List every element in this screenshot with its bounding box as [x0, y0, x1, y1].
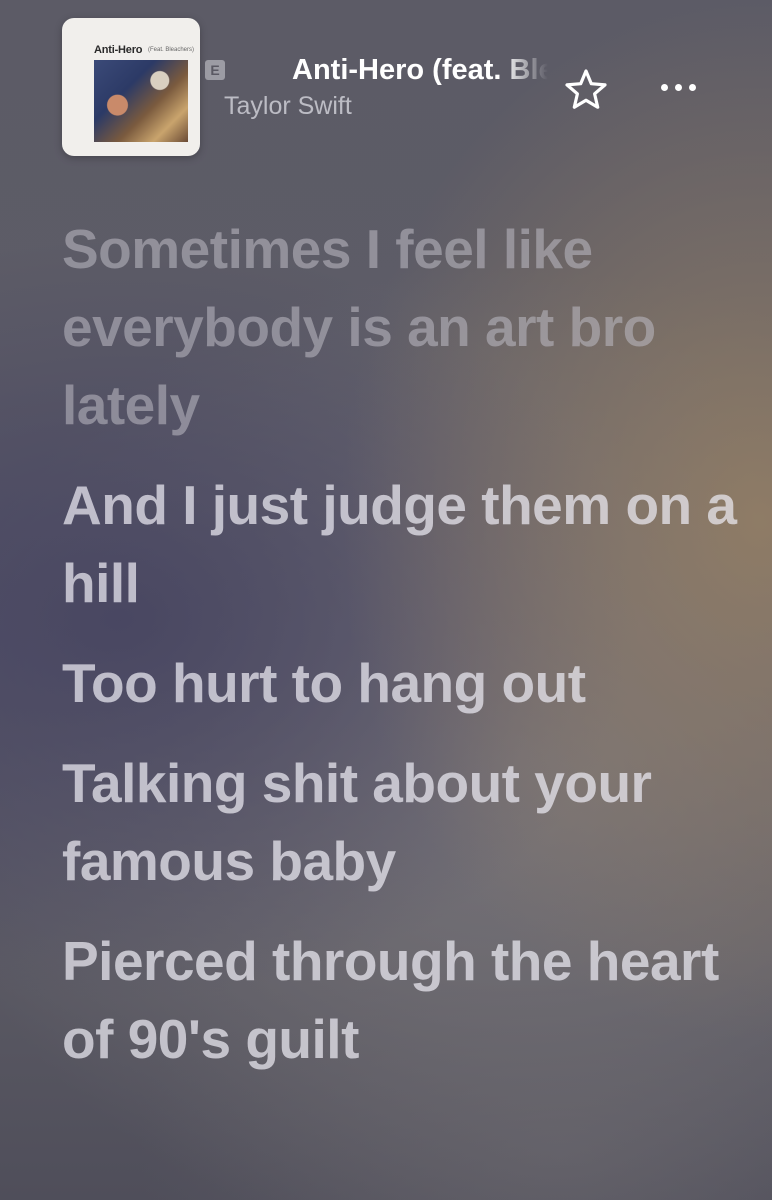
lyric-line[interactable]: Talking shit about your famous baby [62, 744, 742, 900]
explicit-badge: E [205, 60, 225, 80]
star-outline-icon [565, 69, 607, 109]
lyrics-view[interactable]: Sometimes I feel like everybody is an ar… [62, 210, 742, 1100]
artwork-title: Anti-Hero [94, 44, 143, 56]
artwork-photo [94, 60, 188, 142]
favorite-button[interactable] [562, 66, 610, 112]
lyric-line[interactable]: Too hurt to hang out [62, 644, 742, 722]
lyric-line[interactable]: Pierced through the heart of 90's guilt [62, 922, 742, 1078]
now-playing-header: Anti-Hero (Feat. Bleachers) E Anti-Hero … [0, 0, 772, 175]
song-title[interactable]: Anti-Hero (feat. Bleachers) [292, 54, 548, 92]
more-options-button[interactable] [656, 70, 702, 104]
artist-name[interactable]: Taylor Swift [224, 92, 352, 121]
artwork-subtitle: (Feat. Bleachers) [148, 47, 195, 53]
lyric-line[interactable]: And I just judge them on a hill [62, 466, 742, 622]
lyric-line[interactable]: Sometimes I feel like everybody is an ar… [62, 210, 742, 444]
album-artwork[interactable]: Anti-Hero (Feat. Bleachers) [62, 18, 200, 156]
